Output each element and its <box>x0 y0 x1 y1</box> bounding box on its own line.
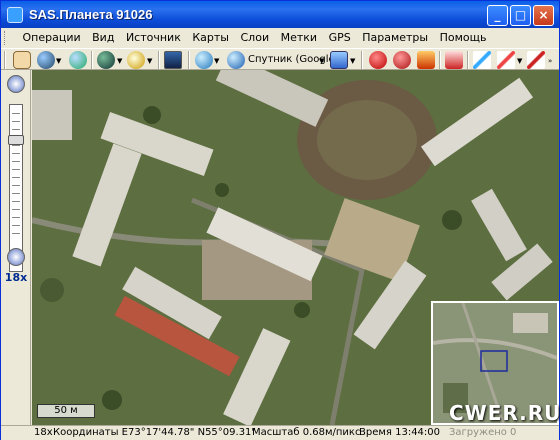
menu-settings[interactable]: Параметры <box>358 28 432 44</box>
window-title: SAS.Планета 91026 <box>29 7 153 22</box>
title-bar[interactable]: SAS.Планета 91026 _ □ × <box>1 1 559 28</box>
globe-icon[interactable] <box>37 51 55 69</box>
watermark: CWER.RU <box>449 401 560 425</box>
slider-tick <box>12 169 20 170</box>
app-icon <box>7 7 23 23</box>
status-coordinates: Координаты E73°17'44.78" N55°09.31" <box>53 427 257 438</box>
menu-view[interactable]: Вид <box>88 28 118 44</box>
zoom-slider-thumb[interactable] <box>8 135 24 145</box>
slider-tick <box>12 201 20 202</box>
menu-gps[interactable]: GPS <box>325 28 355 44</box>
menu-source[interactable]: Источник <box>122 28 185 44</box>
slider-tick <box>12 225 20 226</box>
toolbar-grip <box>4 51 6 69</box>
toolbar-separator <box>158 51 160 69</box>
earth-search-icon[interactable] <box>69 51 87 69</box>
slider-tick <box>12 153 20 154</box>
delete-mark-icon[interactable] <box>417 51 435 69</box>
toolbar-separator <box>188 51 190 69</box>
zoom-sidebar: 18x <box>1 70 31 425</box>
slider-tick <box>12 161 20 162</box>
menu-operations[interactable]: Операции <box>19 28 85 44</box>
magnifier-icon[interactable] <box>127 51 145 69</box>
menu-grip <box>4 31 13 45</box>
status-time: Время 13:44:00 <box>359 427 441 438</box>
slider-tick <box>12 185 20 186</box>
status-zoom: 18x <box>34 427 53 438</box>
menu-marks[interactable]: Метки <box>277 28 321 44</box>
menu-help[interactable]: Помощь <box>436 28 491 44</box>
dropdown-arrow-icon[interactable]: ▼ <box>319 57 324 65</box>
close-button[interactable]: × <box>533 5 554 26</box>
gps-settings-icon[interactable] <box>497 51 515 69</box>
toolbar-separator <box>91 51 93 69</box>
zoom-slider[interactable] <box>8 104 24 272</box>
gps-track-icon[interactable] <box>473 51 491 69</box>
map-window-icon[interactable] <box>164 51 182 69</box>
menu-maps[interactable]: Карты <box>188 28 233 44</box>
dropdown-arrow-icon[interactable]: ▼ <box>517 57 522 65</box>
slider-tick <box>12 233 20 234</box>
gps-connect-icon[interactable] <box>527 51 545 69</box>
slider-tick <box>12 145 20 146</box>
slider-tick <box>12 177 20 178</box>
app-window: SAS.Планета 91026 _ □ × Операции Вид Ист… <box>0 0 560 440</box>
slider-tick <box>12 193 20 194</box>
map-scale-bar: 50 м <box>37 404 95 418</box>
dropdown-arrow-icon[interactable]: ▼ <box>147 57 152 65</box>
zoom-out-icon[interactable] <box>7 248 25 266</box>
dropdown-arrow-icon[interactable]: ▼ <box>56 57 61 65</box>
map-list-icon[interactable] <box>330 51 348 69</box>
status-bar: 18x Координаты E73°17'44.78" N55°09.31" … <box>1 425 559 440</box>
toolbar-separator <box>439 51 441 69</box>
edit-mark-icon[interactable] <box>393 51 411 69</box>
main-toolbar: ▼ ▼ ▼ ▼ Спутник (Google) ▼ ▼ ▼ » <box>1 48 559 70</box>
toolbar-overflow-icon[interactable]: » <box>548 57 552 65</box>
dark-globe-icon[interactable] <box>97 51 115 69</box>
menu-layers[interactable]: Слои <box>237 28 274 44</box>
slider-tick <box>12 121 20 122</box>
dropdown-arrow-icon[interactable]: ▼ <box>214 57 219 65</box>
place-mark-icon[interactable] <box>369 51 387 69</box>
maximize-button[interactable]: □ <box>510 5 531 26</box>
slider-tick <box>12 217 20 218</box>
dropdown-arrow-icon[interactable]: ▼ <box>117 57 122 65</box>
slider-tick <box>12 209 20 210</box>
menu-bar: Операции Вид Источник Карты Слои Метки G… <box>1 28 559 48</box>
status-scale: Масштаб 0.68м/пикс <box>252 427 361 438</box>
slider-tick <box>12 129 20 130</box>
dropdown-arrow-icon[interactable]: ▼ <box>350 57 355 65</box>
satellite-globe-icon[interactable] <box>227 51 245 69</box>
zoom-level-label: 18x <box>4 271 28 284</box>
layers-globe-icon[interactable] <box>195 51 213 69</box>
hand-icon[interactable] <box>13 51 31 69</box>
zoom-in-icon[interactable] <box>7 75 25 93</box>
marks-panel-icon[interactable] <box>445 51 463 69</box>
minimize-button[interactable]: _ <box>487 5 508 26</box>
status-loading: Загружено 0 <box>449 427 517 438</box>
toolbar-separator <box>467 51 469 69</box>
slider-tick <box>12 113 20 114</box>
toolbar-separator <box>361 51 363 69</box>
